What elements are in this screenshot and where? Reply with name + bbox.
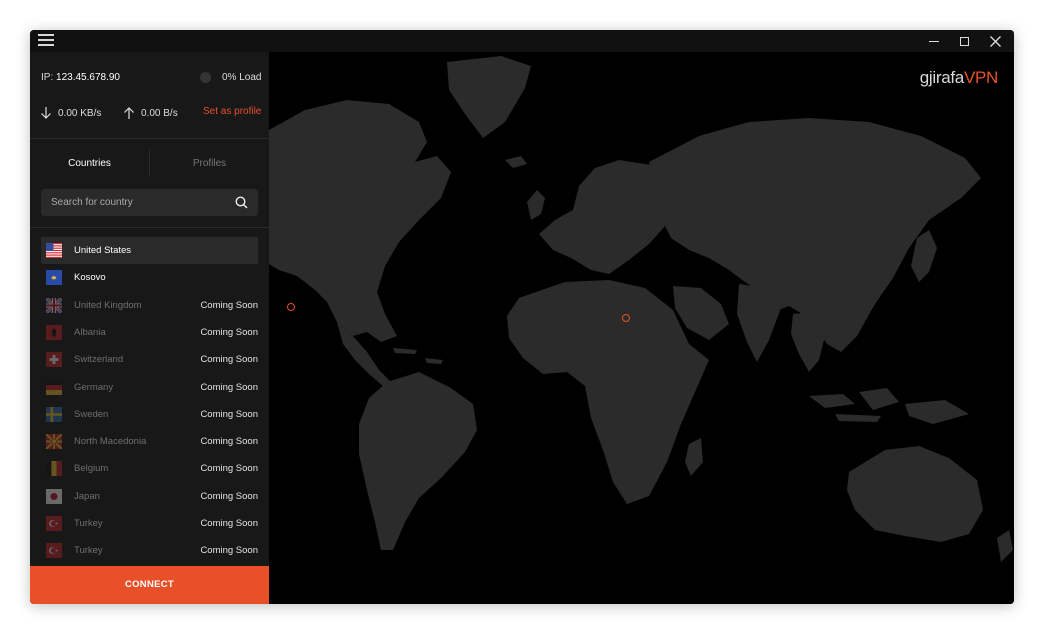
- switzerland-flag-icon: [46, 352, 62, 368]
- world-map: gjirafaVPN: [269, 52, 1014, 604]
- country-name: Japan: [74, 490, 100, 502]
- connect-button[interactable]: CONNECT: [30, 566, 269, 604]
- country-item-kosovo[interactable]: Kosovo: [41, 264, 258, 291]
- close-icon[interactable]: [980, 30, 1010, 52]
- load-text: 0% Load: [222, 72, 262, 83]
- country-status: Coming Soon: [200, 490, 258, 502]
- sweden-flag-icon: [46, 406, 62, 422]
- country-list: United States Kosovo United Kingdom Coming …: [30, 237, 269, 565]
- country-status: Coming Soon: [200, 381, 258, 393]
- country-status: Coming Soon: [200, 354, 258, 366]
- country-item-us[interactable]: United States: [41, 237, 258, 264]
- albania-flag-icon: [46, 324, 62, 340]
- country-item-north-macedonia[interactable]: North Macedonia Coming Soon: [41, 428, 258, 455]
- country-item-turkey[interactable]: Turkey Coming Soon: [41, 537, 258, 564]
- country-status: Coming Soon: [200, 463, 258, 475]
- load-indicator-icon: [200, 72, 211, 83]
- kosovo-flag-icon: [46, 270, 62, 286]
- server-marker-kosovo[interactable]: [622, 314, 630, 322]
- country-name: Albania: [74, 326, 106, 338]
- title-bar: [30, 30, 1014, 52]
- tab-countries[interactable]: Countries: [30, 148, 149, 180]
- turkey-flag-icon: [46, 516, 62, 531]
- set-as-profile-link[interactable]: Set as profile: [203, 106, 261, 117]
- country-item-uk[interactable]: United Kingdom Coming Soon: [41, 292, 258, 319]
- country-status: Coming Soon: [200, 408, 258, 420]
- ip-address: IP: 123.45.678.90: [41, 72, 120, 83]
- us-flag-icon: [46, 243, 62, 258]
- japan-flag-icon: [46, 488, 62, 504]
- server-marker-united-states[interactable]: [287, 303, 295, 311]
- north-macedonia-flag-icon: [46, 434, 62, 450]
- country-name: North Macedonia: [74, 436, 147, 448]
- app-window: IP: 123.45.678.90 0% Load 0.00 KB/s 0.00…: [30, 30, 1014, 604]
- download-speed: 0.00 KB/s: [40, 106, 101, 120]
- search-icon[interactable]: [235, 196, 248, 209]
- country-name: Germany: [74, 381, 114, 393]
- divider: [30, 138, 269, 139]
- ip-value: 123.45.678.90: [56, 72, 120, 83]
- tab-profiles[interactable]: Profiles: [150, 148, 269, 180]
- maximize-icon[interactable]: [949, 30, 979, 52]
- country-item-sweden[interactable]: Sweden Coming Soon: [41, 401, 258, 428]
- divider: [30, 227, 269, 228]
- upload-speed: 0.00 B/s: [123, 106, 178, 120]
- country-item-belgium[interactable]: Belgium Coming Soon: [41, 455, 258, 482]
- country-item-japan[interactable]: Japan Coming Soon: [41, 483, 258, 510]
- belgium-flag-icon: [46, 461, 62, 477]
- country-name: United Kingdom: [74, 299, 142, 311]
- upload-value: 0.00 B/s: [141, 107, 178, 119]
- country-status: Coming Soon: [200, 545, 258, 557]
- country-name: United States: [74, 245, 132, 256]
- country-name: Sweden: [74, 408, 109, 420]
- search-input[interactable]: [51, 189, 226, 216]
- country-name: Switzerland: [74, 354, 124, 366]
- country-item-switzerland[interactable]: Switzerland Coming Soon: [41, 346, 258, 373]
- uk-flag-icon: [46, 297, 62, 313]
- download-arrow-icon: [41, 107, 51, 119]
- country-status: Coming Soon: [200, 326, 258, 338]
- search-box: [41, 189, 258, 216]
- country-item-albania[interactable]: Albania Coming Soon: [41, 319, 258, 346]
- download-value: 0.00 KB/s: [58, 107, 102, 119]
- turkey-flag-icon: [46, 543, 62, 559]
- sidebar: IP: 123.45.678.90 0% Load 0.00 KB/s 0.00…: [30, 52, 269, 604]
- country-status: Coming Soon: [200, 436, 258, 448]
- country-name: Turkey: [74, 545, 103, 557]
- country-name: Kosovo: [74, 272, 106, 284]
- tab-bar: Countries Profiles: [30, 148, 269, 180]
- country-name: Turkey: [74, 518, 103, 529]
- brand-logo: gjirafaVPN: [919, 68, 999, 87]
- country-item-turkey[interactable]: Turkey Coming Soon: [41, 510, 258, 537]
- country-name: Belgium: [74, 463, 109, 475]
- country-status: Coming Soon: [200, 299, 258, 311]
- country-status: Coming Soon: [200, 518, 258, 529]
- germany-flag-icon: [46, 379, 62, 395]
- ip-label: IP:: [41, 72, 54, 83]
- hamburger-icon[interactable]: [38, 34, 54, 47]
- country-item-germany[interactable]: Germany Coming Soon: [41, 374, 258, 401]
- upload-arrow-icon: [124, 107, 134, 119]
- world-map-graphic: [269, 56, 1013, 562]
- minimize-icon[interactable]: [919, 30, 949, 52]
